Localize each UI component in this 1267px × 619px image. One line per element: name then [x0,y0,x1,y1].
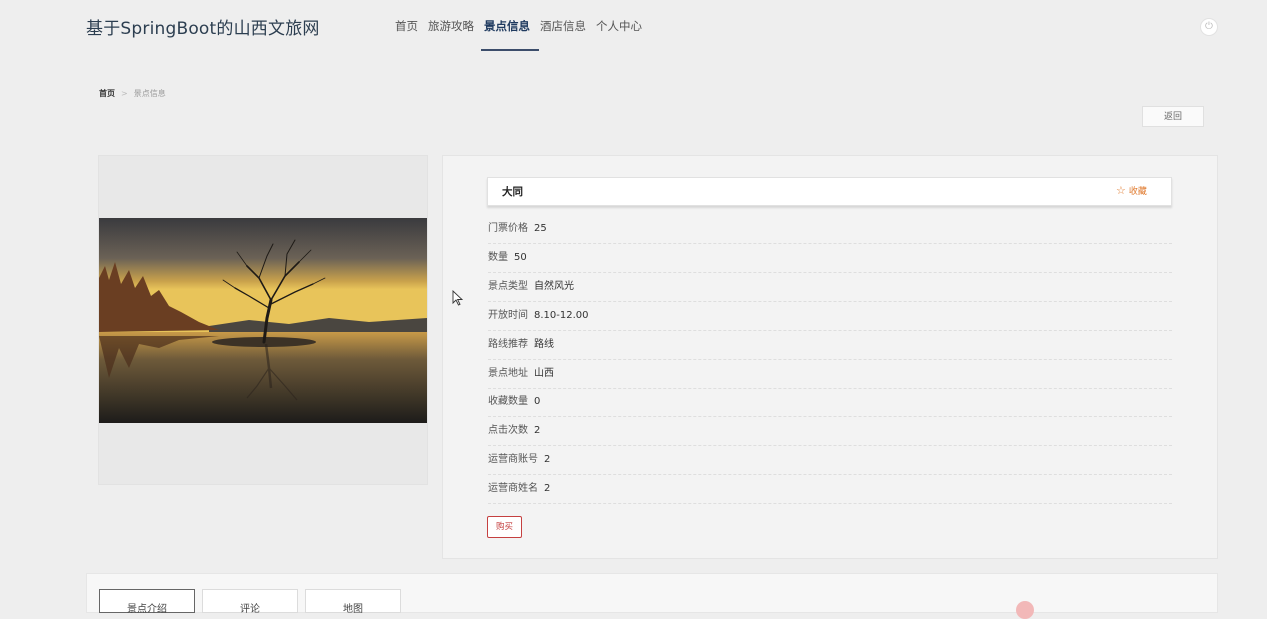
favorite-button[interactable]: ☆ 收藏 [1116,184,1147,197]
nav-scenic-info[interactable]: 景点信息 [484,18,530,34]
field-label: 开放时间 [488,310,528,321]
field-row-open-time: 开放时间 8.10-12.00 [488,302,1172,331]
field-value: 0 [534,396,541,407]
field-row-operator-name: 运营商姓名 2 [488,475,1172,504]
field-row-ticket-price: 门票价格 25 [488,215,1172,244]
breadcrumb-home[interactable]: 首页 [99,89,115,98]
scenic-name: 大同 [502,186,523,198]
active-nav-indicator [481,49,539,51]
field-label: 运营商姓名 [488,483,538,494]
field-value: 2 [544,454,551,465]
field-row-quantity: 数量 50 [488,244,1172,273]
field-value: 路线 [534,339,554,350]
tab-scenic-intro[interactable]: 景点介绍 [99,589,195,615]
field-label: 收藏数量 [488,396,528,407]
breadcrumb-separator: > [121,89,128,98]
field-value: 自然风光 [534,281,574,292]
tab-map[interactable]: 地图 [305,589,401,615]
nav-personal-center[interactable]: 个人中心 [596,18,642,34]
main-nav: 首页 旅游攻略 景点信息 酒店信息 个人中心 [395,18,652,34]
field-value: 8.10-12.00 [534,310,589,321]
field-row-click-count: 点击次数 2 [488,417,1172,446]
nav-hotel-info[interactable]: 酒店信息 [540,18,586,34]
field-value: 2 [534,425,541,436]
field-label: 数量 [488,252,508,263]
star-icon: ☆ [1116,184,1126,197]
field-value: 2 [544,483,551,494]
power-icon[interactable]: ⏻ [1200,18,1218,36]
field-label: 门票价格 [488,223,528,234]
field-label: 路线推荐 [488,339,528,350]
field-row-favorite-count: 收藏数量 0 [488,388,1172,417]
mouse-cursor-icon [452,289,464,306]
field-label: 景点类型 [488,281,528,292]
field-value: 50 [514,252,527,263]
name-card [487,177,1172,206]
field-label: 运营商账号 [488,454,538,465]
scenic-photo [99,218,427,423]
floating-circle-icon[interactable] [1016,601,1034,619]
field-row-address: 景点地址 山西 [488,360,1172,389]
nav-travel-guide[interactable]: 旅游攻略 [428,18,474,34]
field-value: 山西 [534,368,554,379]
breadcrumb: 首页 > 景点信息 [99,88,166,99]
nav-home[interactable]: 首页 [395,18,418,34]
field-label: 景点地址 [488,368,528,379]
favorite-label: 收藏 [1128,187,1147,197]
field-row-operator-account: 运营商账号 2 [488,446,1172,475]
back-button[interactable]: 返回 [1142,106,1204,127]
field-row-route: 路线推荐 路线 [488,331,1172,360]
buy-button[interactable]: 购买 [487,516,522,538]
field-row-type: 景点类型 自然风光 [488,273,1172,302]
field-label: 点击次数 [488,425,528,436]
site-title: 基于SpringBoot的山西文旅网 [86,19,320,39]
tab-comments[interactable]: 评论 [202,589,298,615]
breadcrumb-current: 景点信息 [133,89,166,98]
field-value: 25 [534,223,547,234]
